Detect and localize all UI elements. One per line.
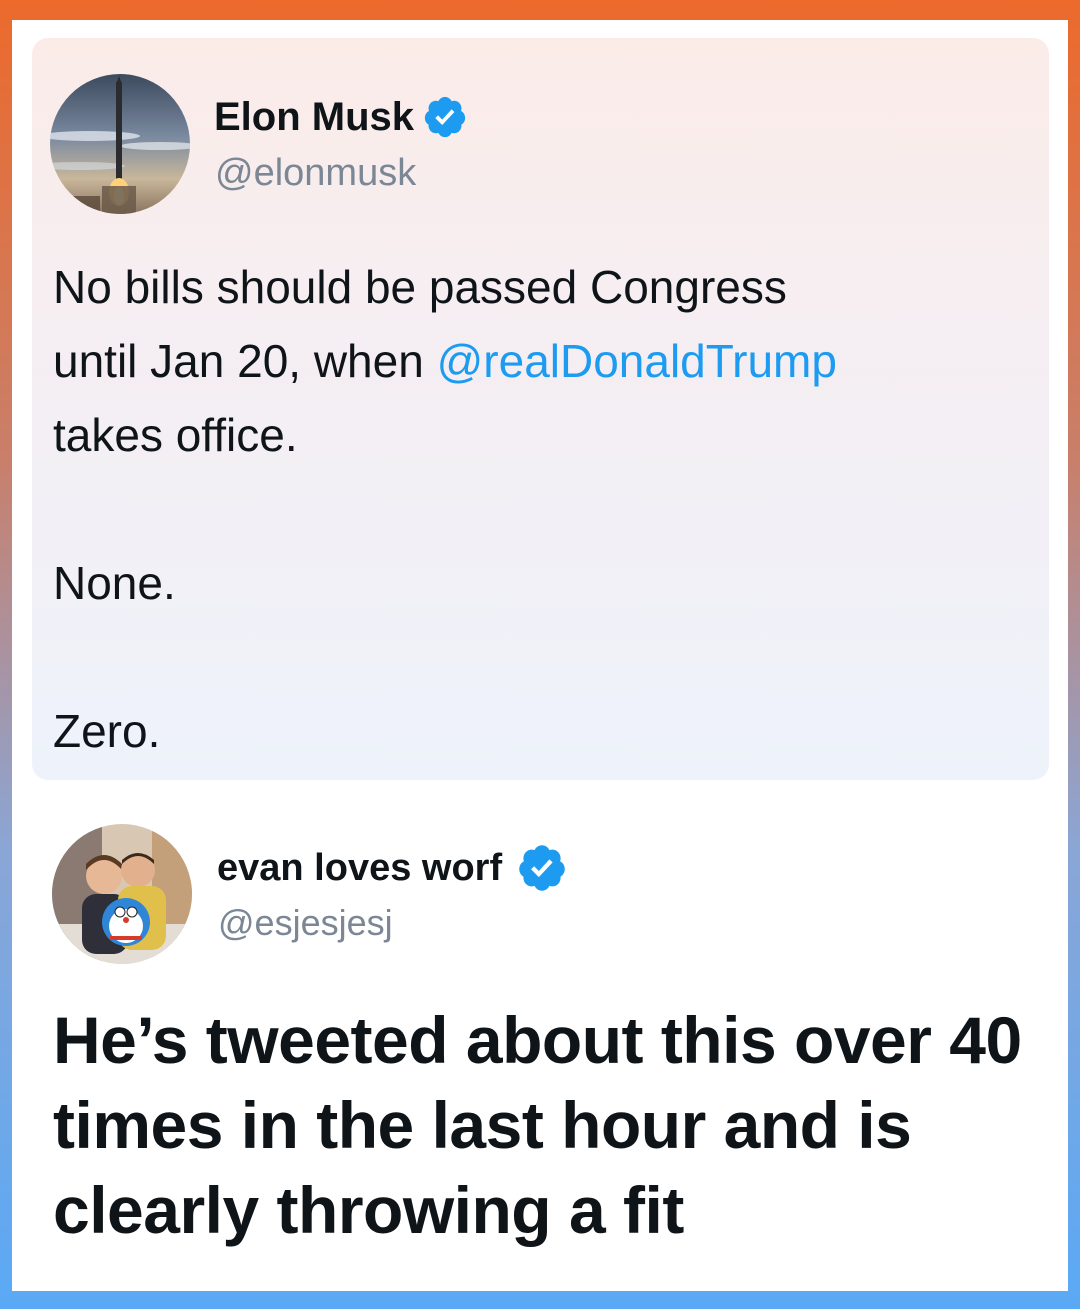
- quoted-text-segment: until Jan 20, when: [53, 335, 437, 387]
- quoted-text-paragraph: None.: [53, 557, 176, 609]
- two-people-with-plush-avatar-icon: [52, 824, 192, 964]
- quoted-text-paragraph: Zero.: [53, 705, 161, 757]
- reply-tweet-text: He’s tweeted about this over 40 times in…: [53, 1003, 1022, 1247]
- quoted-text-line: takes office.: [53, 409, 298, 461]
- reply-author-handle[interactable]: @esjesjesj: [218, 902, 393, 944]
- evan-loves-worf-avatar[interactable]: [52, 824, 192, 964]
- quoted-author-name-row: Elon Musk: [214, 94, 468, 140]
- quoted-author-display-name[interactable]: Elon Musk: [214, 95, 414, 140]
- verified-badge-icon: [422, 94, 468, 140]
- elon-musk-avatar[interactable]: [50, 74, 190, 214]
- quoted-tweet-text: No bills should be passed Congress until…: [53, 250, 1043, 768]
- reply-author-name-row: evan loves worf: [217, 842, 568, 894]
- quoted-text-line: until Jan 20, when @realDonaldTrump: [53, 324, 1043, 398]
- rocket-launch-avatar-icon: [50, 74, 190, 214]
- reply-author-display-name[interactable]: evan loves worf: [217, 847, 502, 890]
- mention-link[interactable]: @realDonaldTrump: [437, 335, 837, 387]
- quoted-text-line: No bills should be passed Congress: [53, 261, 787, 313]
- post-frame: Elon Musk @elonmusk No bills should be p…: [12, 20, 1068, 1291]
- quoted-tweet-card[interactable]: Elon Musk @elonmusk No bills should be p…: [32, 38, 1049, 780]
- quoted-author-handle[interactable]: @elonmusk: [215, 152, 416, 195]
- verified-badge-icon: [516, 842, 568, 894]
